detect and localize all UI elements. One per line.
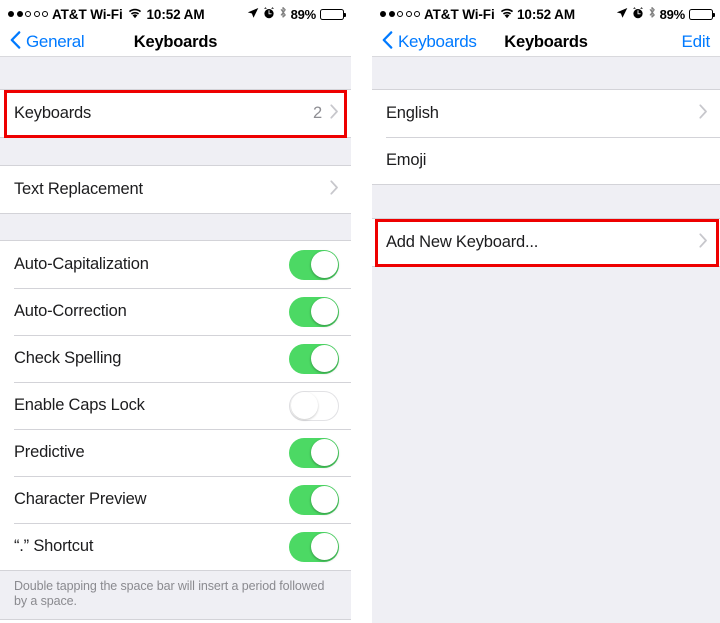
section-gap [0,214,351,240]
section-gap [372,185,720,218]
chevron-right-icon [330,179,339,200]
battery-icon [689,8,716,20]
text-replacement-section: Text Replacement [0,165,351,214]
row-keyboards-accessory: 2 [313,103,339,124]
nav-bar-left: General Keyboards [0,28,351,57]
active-keyboards-section: English Emoji [372,89,720,185]
toggle-period-shortcut[interactable] [289,531,339,562]
dictation-section: Enable Dictation [0,619,351,623]
row-keyboards-label: Keyboards [14,104,92,122]
section-gap [0,57,351,89]
nav-bar-right: Keyboards Keyboards Edit [372,28,720,57]
toggle-auto-correction[interactable] [289,296,339,327]
back-button-keyboards[interactable]: Keyboards [382,30,477,54]
toggle-enable-caps-lock[interactable] [289,390,339,421]
row-check-spelling[interactable]: Check Spelling [0,335,351,382]
back-button-general[interactable]: General [10,30,85,54]
section-gap [0,138,351,165]
status-bar-carrier-group: AT&T Wi-Fi [8,7,142,22]
right-screen: AT&T Wi-Fi 10:52 AM 89% Keyboards Keyboa… [372,0,720,623]
row-predictive-label: Predictive [14,443,85,461]
row-english-label: English [386,104,439,122]
keyboards-list-right: English Emoji Add New Keyboard... [372,57,720,623]
row-english[interactable]: English [372,90,720,137]
status-bar-left: AT&T Wi-Fi 10:52 AM 89% [0,0,351,28]
dual-screenshot-container: AT&T Wi-Fi 10:52 AM 89% General Keyboard… [0,0,720,623]
toggle-check-spelling[interactable] [289,343,339,374]
row-enable-caps-lock-label: Enable Caps Lock [14,396,145,414]
signal-strength-dots [8,11,48,17]
carrier-label: AT&T Wi-Fi [52,6,123,22]
row-auto-capitalization[interactable]: Auto-Capitalization [0,241,351,288]
row-check-spelling-label: Check Spelling [14,349,122,367]
keyboards-section: Keyboards 2 [0,89,351,138]
toggle-character-preview[interactable] [289,484,339,515]
row-auto-correction[interactable]: Auto-Correction [0,288,351,335]
section-gap [372,57,720,89]
chevron-right-icon [699,232,708,253]
row-text-replacement-accessory [330,179,339,200]
row-keyboards[interactable]: Keyboards 2 [0,90,351,137]
wifi-icon [500,7,514,22]
location-arrow-icon [247,7,259,22]
row-auto-correction-label: Auto-Correction [14,302,127,320]
edit-button[interactable]: Edit [682,32,711,52]
row-add-new-keyboard[interactable]: Add New Keyboard... [372,219,720,266]
signal-strength-dots [380,11,420,17]
alarm-clock-icon [263,6,275,22]
screen-divider [351,0,372,623]
back-button-label: Keyboards [398,32,477,51]
row-predictive[interactable]: Predictive [0,429,351,476]
chevron-right-icon [330,103,339,124]
alarm-clock-icon [632,6,644,22]
row-period-shortcut-label: “.” Shortcut [14,537,94,555]
row-text-replacement-label: Text Replacement [14,180,143,198]
battery-percent-label: 89% [659,6,686,22]
row-add-new-keyboard-accessory [699,232,708,253]
status-bar-indicators: 89% [616,6,716,22]
section-footer-note: Double tapping the space bar will insert… [0,571,351,619]
bluetooth-icon [279,6,287,22]
row-character-preview[interactable]: Character Preview [0,476,351,523]
row-enable-caps-lock[interactable]: Enable Caps Lock [0,382,351,429]
toggle-auto-capitalization[interactable] [289,249,339,280]
row-emoji[interactable]: Emoji [372,137,720,184]
status-bar-carrier-group: AT&T Wi-Fi [380,7,514,22]
chevron-right-icon [699,103,708,124]
carrier-label: AT&T Wi-Fi [424,6,495,22]
status-bar-right: AT&T Wi-Fi 10:52 AM 89% [372,0,720,28]
back-button-label: General [26,32,85,51]
typing-options-section: Auto-Capitalization Auto-Correction Chec… [0,240,351,571]
bluetooth-icon [648,6,656,22]
chevron-left-icon [10,30,21,54]
battery-icon [320,8,347,20]
row-auto-capitalization-label: Auto-Capitalization [14,255,149,273]
row-add-new-keyboard-label: Add New Keyboard... [386,233,539,251]
wifi-icon [128,7,142,22]
settings-list-left: Keyboards 2 Text Replacement Auto-Capita… [0,57,351,623]
row-emoji-label: Emoji [386,151,427,169]
row-character-preview-label: Character Preview [14,490,147,508]
chevron-left-icon [382,30,393,54]
row-keyboards-value: 2 [313,104,322,122]
row-english-accessory [699,103,708,124]
battery-percent-label: 89% [290,6,317,22]
status-bar-indicators: 89% [247,6,347,22]
add-keyboard-section: Add New Keyboard... [372,218,720,267]
toggle-predictive[interactable] [289,437,339,468]
left-screen: AT&T Wi-Fi 10:52 AM 89% General Keyboard… [0,0,351,623]
row-text-replacement[interactable]: Text Replacement [0,166,351,213]
row-period-shortcut[interactable]: “.” Shortcut [0,523,351,570]
location-arrow-icon [616,7,628,22]
